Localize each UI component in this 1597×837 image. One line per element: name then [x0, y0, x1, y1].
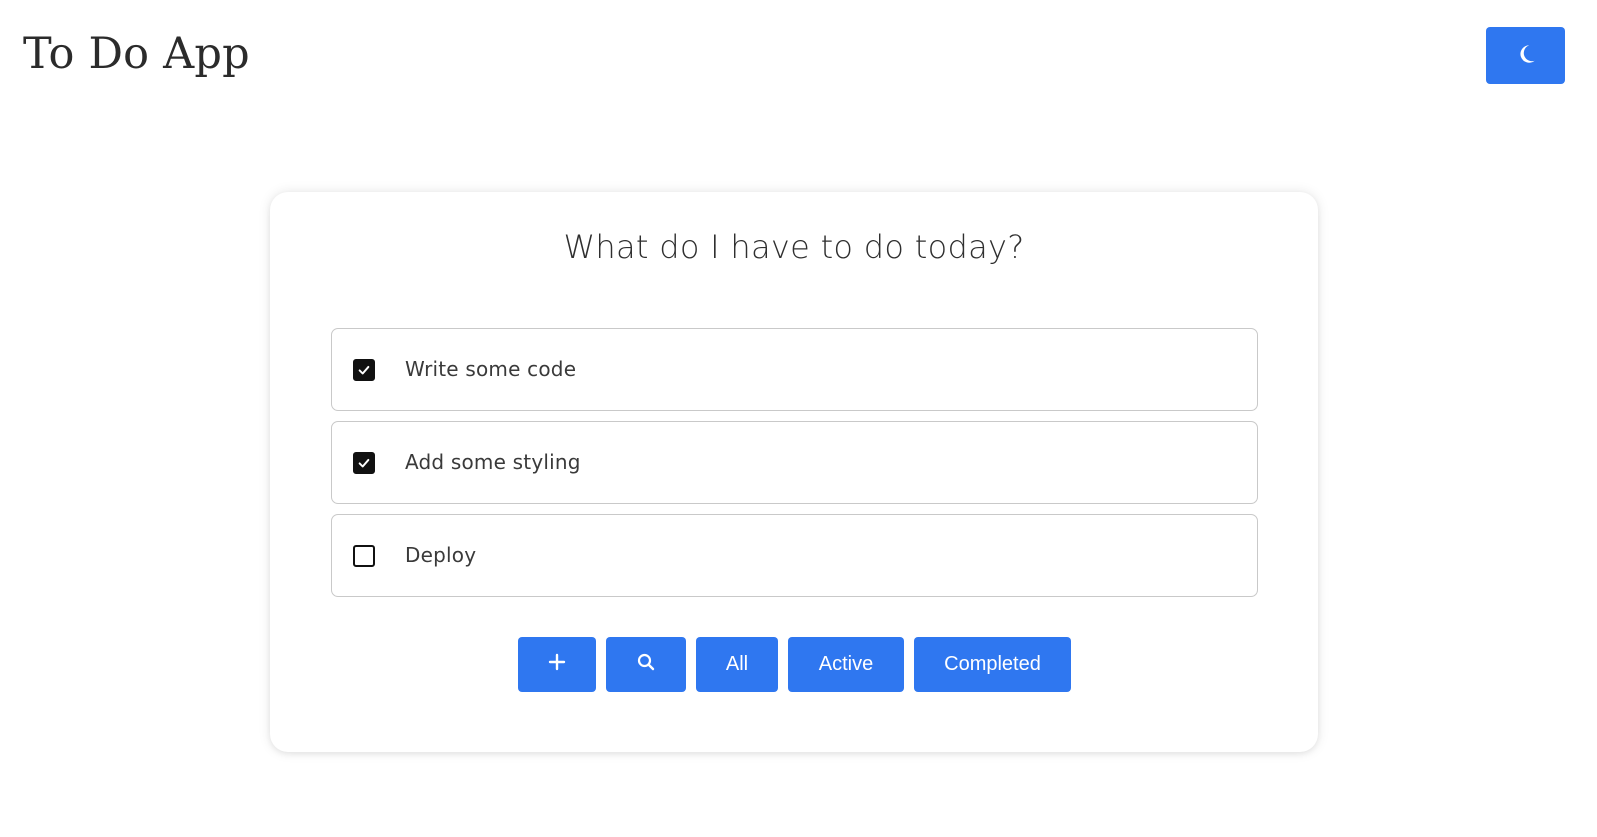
check-icon — [358, 458, 370, 468]
theme-toggle-button[interactable] — [1486, 27, 1565, 84]
todo-checkbox[interactable] — [353, 359, 375, 381]
todo-list: Write some code Add some styling Deploy — [331, 328, 1258, 607]
todo-label: Write some code — [405, 357, 577, 381]
filter-completed-button[interactable]: Completed — [914, 637, 1071, 692]
filter-active-button[interactable]: Active — [788, 637, 904, 692]
search-button[interactable] — [606, 637, 686, 692]
moon-icon — [1515, 43, 1537, 68]
todo-label: Deploy — [405, 543, 477, 567]
add-todo-button[interactable] — [518, 637, 596, 692]
todo-item: Add some styling — [331, 421, 1258, 504]
todo-checkbox[interactable] — [353, 545, 375, 567]
app-title: To Do App — [23, 29, 250, 79]
todo-item: Write some code — [331, 328, 1258, 411]
todo-heading: What do I have to do today? — [563, 228, 1025, 266]
action-bar: All Active Completed — [518, 637, 1071, 692]
todo-label: Add some styling — [405, 450, 581, 474]
check-icon — [358, 365, 370, 375]
plus-icon — [547, 652, 567, 678]
filter-all-button[interactable]: All — [696, 637, 778, 692]
search-icon — [636, 652, 656, 678]
todo-card: What do I have to do today? Write some c… — [270, 192, 1318, 752]
todo-checkbox[interactable] — [353, 452, 375, 474]
todo-item: Deploy — [331, 514, 1258, 597]
